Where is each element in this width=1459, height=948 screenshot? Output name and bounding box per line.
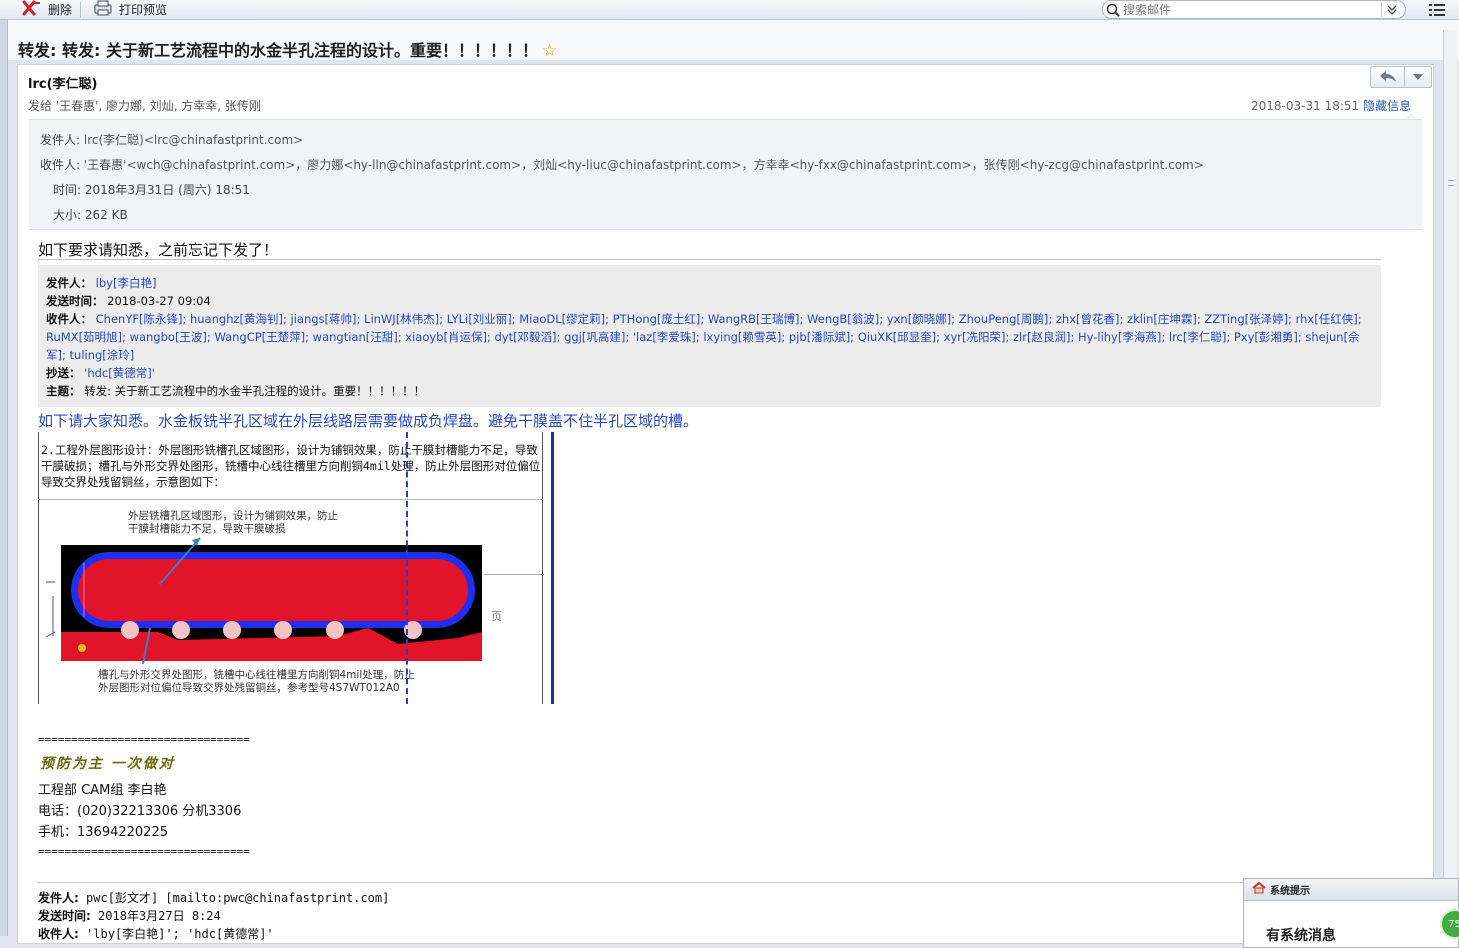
fwd-cc-label: 抄送： [46,366,81,380]
delete-label: 删除 [48,3,73,17]
email-subject-text: 转发: 转发: 关于新工艺流程中的水金半孔注程的设计。重要！！！！！！ [18,41,538,60]
print-preview-button[interactable]: 打印预览 [93,0,167,19]
search-dropdown-icon[interactable] [1381,2,1401,17]
popup-title: 系统提示 [1270,886,1310,897]
forward-divider [38,882,1422,883]
fwd-to-value[interactable]: ChenYF[陈永锋]; huanghz[黄海钊]; jiangs[蒋帅]; L… [46,312,1362,362]
fwd-sent-label: 发送时间： [46,294,104,308]
scrollbar[interactable] [1443,30,1457,936]
email-date: 2018-03-31 18:51 隐藏信息 [1251,97,1411,114]
popup-body: 有系统消息 [1266,928,1336,944]
reply-button-group [1370,66,1432,88]
printer-icon [93,0,113,19]
sender-name[interactable]: lrc(李仁聪) [28,73,97,92]
signature-divider-bottom: ================================ [38,845,250,858]
forwarded-header: 发件人： lby[李白艳] 发送时间： 2018-03-27 09:04 收件人… [38,265,1381,407]
reply-options-button[interactable] [1405,67,1431,87]
details-time: 时间: 2018年3月31日 (周六) 18:51 [53,181,250,198]
details-size: 大小: 262 KB [53,206,128,223]
image-caption-bottom: 槽孔与外形交界处图形，铣槽中心线往槽里方向削铜4mil处理，防止 外层图形对位偏… [98,669,415,695]
toolbar: 删除 打印预览 [0,0,1459,20]
fwd-subject-value: 转发: 关于新工艺流程中的水金半孔注程的设计。重要！！！！！！ [84,384,426,398]
delete-button[interactable]: 删除 [22,0,72,19]
signature-divider-top: ================================ [38,733,250,746]
fwd2-to-value: 'lby[李白艳]'; 'hdc[黄德常]' [86,927,274,941]
fwd2-to: 收件人: 'lby[李白艳]'; 'hdc[黄德常]' [38,925,274,942]
details-from: 发件人: lrc(李仁聪)<lrc@chinafastprint.com> [40,131,303,148]
image-caption-bottom-line2: 外层图形对位偏位导致交界处残留铜丝，参考型号4S7WT012A0 [98,682,400,694]
scrollbar-grip[interactable] [1448,180,1454,186]
fwd-cc-value[interactable]: 'hdc[黄德常]' [84,366,155,380]
star-icon[interactable]: ☆ [542,41,557,61]
fwd-subject: 主题： 转发: 关于新工艺流程中的水金半孔注程的设计。重要！！！！！！ [46,383,425,399]
delete-icon [22,0,42,19]
fwd2-from: 发件人: pwc[彭文才] [mailto:pwc@chinafastprint… [38,889,389,906]
fwd2-to-label: 收件人: [38,927,79,941]
image-caption-bottom-line1: 槽孔与外形交界处图形，铣槽中心线往槽里方向削铜4mil处理，防止 [98,669,415,681]
search-input[interactable] [1123,2,1373,17]
fwd2-from-label: 发件人: [38,891,79,905]
details-to-label: 收件人: [40,158,81,172]
details-time-label: 时间: [53,183,82,197]
signature-mobile: 手机：13694220225 [38,825,168,840]
signature-dept: 工程部 CAM组 李白艳 [38,783,167,798]
fwd2-sent-value: 2018年3月27日 8:24 [98,909,221,923]
details-to-value[interactable]: '王春惠'<wch@chinafastprint.com>，廖力娜<hy-lln… [84,158,1204,172]
details-from-value[interactable]: lrc(李仁聪)<lrc@chinafastprint.com> [84,133,303,147]
details-size-label: 大小: [53,208,82,222]
divider [38,259,1381,260]
email-subject: 转发: 转发: 关于新工艺流程中的水金半孔注程的设计。重要！！！！！！ ☆ [18,37,557,61]
body-note: 如下请大家知悉。水金板铣半孔区域在外层线路层需要做成负焊盘。避免干膜盖不住半孔区… [38,412,699,430]
fwd-to-label: 收件人： [46,312,92,326]
toolbar-separator [80,2,81,18]
search-icon[interactable] [1103,3,1123,17]
details-size-value: 262 KB [84,208,128,222]
fwd-from-value[interactable]: lby[李白艳] [96,276,157,290]
reply-icon [1379,69,1397,86]
email-details: 发件人: lrc(李仁聪)<lrc@chinafastprint.com> 收件… [29,119,1422,230]
body-intro: 如下要求请知悉，之前忘记下发了！ [38,241,279,259]
hide-info-link[interactable]: 隐藏信息 [1363,99,1411,113]
fwd-sent: 发送时间： 2018-03-27 09:04 [46,293,211,309]
embedded-diagram-image: 2.工程外层图形设计：外层图形铣槽孔区域图形，设计为铺铜效果，防止干膜封槽能力不… [38,432,556,704]
details-from-label: 发件人: [40,133,81,147]
signature-phone: 电话：(020)32213306 分机3306 [38,804,242,819]
fwd-subject-label: 主题： [46,384,81,398]
fwd-to: 收件人： ChenYF[陈永锋]; huanghz[黄海钊]; jiangs[蒋… [46,310,1376,364]
fwd2-sent-label: 发送时间: [38,909,91,923]
pcb-illustration [45,537,482,665]
fwd-cc: 抄送： 'hdc[黄德常]' [46,365,155,381]
fwd-from-label: 发件人： [46,276,92,290]
popup-header: 系统提示 [1244,879,1458,901]
system-notification-popup[interactable]: 系统提示 有系统消息 75 [1243,878,1459,948]
email-date-text: 2018-03-31 18:51 [1251,99,1360,113]
search-box [1102,0,1406,19]
fwd2-from-value[interactable]: pwc[彭文才] [mailto:pwc@chinafastprint.com] [86,891,389,905]
print-preview-label: 打印预览 [119,3,168,17]
reply-button[interactable] [1371,67,1405,87]
fwd2-sent: 发送时间: 2018年3月27日 8:24 [38,907,221,924]
popup-badge: 75 [1440,909,1459,939]
fwd-sent-value: 2018-03-27 09:04 [107,294,211,308]
details-time-value: 2018年3月31日 (周六) 18:51 [84,183,250,197]
menu-icon[interactable] [1426,1,1448,18]
chevron-down-icon [1413,70,1423,84]
recipients-summary: 发给 '王春惠', 廖力娜, 刘灿, 方幸幸, 张传刚 [28,99,261,113]
image-dashed-guide [406,432,408,704]
image-edge [551,432,554,704]
fwd-from: 发件人： lby[李白艳] [46,275,156,291]
home-icon [1252,881,1266,897]
folder-pane-edge[interactable] [0,20,8,936]
details-to: 收件人: '王春惠'<wch@chinafastprint.com>，廖力娜<h… [40,156,1204,173]
signature-motto: 预防为主 一次做对 [40,756,175,772]
